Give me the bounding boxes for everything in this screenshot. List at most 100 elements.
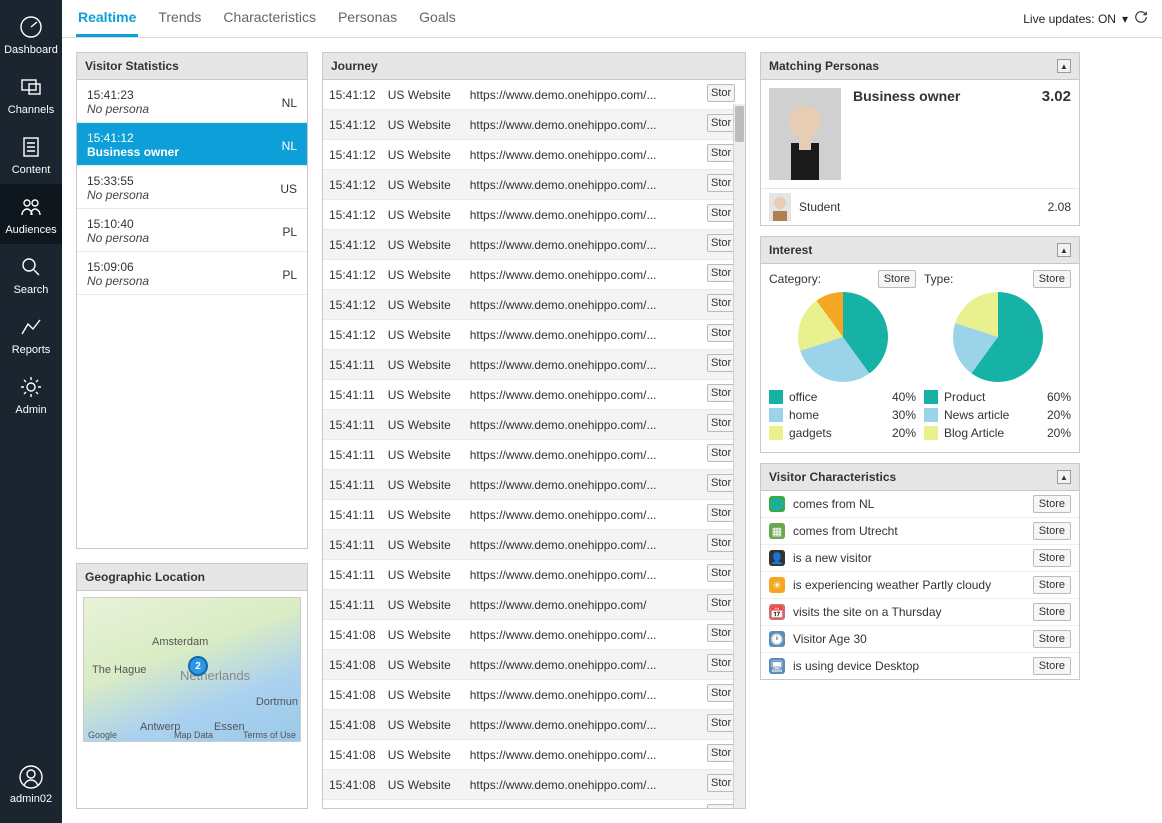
store-button[interactable]: Store (878, 270, 916, 288)
visitor-row[interactable]: 15:41:23No personaNL (77, 80, 307, 123)
sidebar-item-reports[interactable]: Reports (0, 304, 62, 364)
store-button[interactable]: Stor (707, 174, 735, 192)
journey-row[interactable]: 15:41:08US Websitehttps://www.demo.onehi… (323, 710, 745, 740)
journey-row[interactable]: 15:41:12US Websitehttps://www.demo.onehi… (323, 320, 745, 350)
geo-map[interactable]: Amsterdam The Hague Netherlands Antwerp … (83, 597, 301, 742)
journey-row[interactable]: 15:41:12US Websitehttps://www.demo.onehi… (323, 170, 745, 200)
journey-row[interactable]: 15:41:08US Websitehttps://www.demo.onehi… (323, 680, 745, 710)
store-button[interactable]: Stor (707, 594, 735, 612)
journey-row[interactable]: 15:41:11US Websitehttps://www.demo.onehi… (323, 560, 745, 590)
store-button[interactable]: Stor (707, 264, 735, 282)
store-button[interactable]: Store (1033, 549, 1071, 567)
store-button[interactable]: Stor (707, 534, 735, 552)
store-button[interactable]: Stor (707, 744, 735, 762)
store-button[interactable]: Stor (707, 564, 735, 582)
legend-label: News article (944, 408, 1047, 422)
journey-row[interactable]: 15:41:11US Websitehttps://www.demo.onehi… (323, 440, 745, 470)
store-button[interactable]: Store (1033, 657, 1071, 675)
scrollbar[interactable] (733, 104, 745, 808)
store-button[interactable]: Stor (707, 774, 735, 792)
journey-row[interactable]: 15:41:12US Websitehttps://www.demo.onehi… (323, 110, 745, 140)
sidebar-item-audiences[interactable]: Audiences (0, 184, 62, 244)
scrollbar-thumb[interactable] (735, 106, 744, 142)
store-button[interactable]: Store (1033, 603, 1071, 621)
journey-channel: US Website (382, 800, 464, 809)
store-button[interactable]: Stor (707, 414, 735, 432)
collapse-icon[interactable]: ▲ (1057, 59, 1071, 73)
sidebar-item-dashboard[interactable]: Dashboard (0, 4, 62, 64)
store-button[interactable]: Stor (707, 504, 735, 522)
store-button[interactable]: Stor (707, 234, 735, 252)
store-button[interactable]: Stor (707, 654, 735, 672)
journey-row[interactable]: 15:41:08US Websitehttps://www.demo.onehi… (323, 800, 745, 809)
visitor-row[interactable]: 15:41:12Business ownerNL (77, 123, 307, 166)
refresh-icon[interactable] (1134, 10, 1148, 27)
journey-row[interactable]: 15:41:08US Websitehttps://www.demo.onehi… (323, 650, 745, 680)
journey-row[interactable]: 15:41:11US Websitehttps://www.demo.onehi… (323, 500, 745, 530)
sidebar-item-content[interactable]: Content (0, 124, 62, 184)
store-button[interactable]: Store (1033, 576, 1071, 594)
secondary-persona[interactable]: Student 2.08 (761, 188, 1079, 225)
journey-row[interactable]: 15:41:12US Websitehttps://www.demo.onehi… (323, 260, 745, 290)
journey-row[interactable]: 15:41:11US Websitehttps://www.demo.onehi… (323, 380, 745, 410)
map-terms-link[interactable]: Terms of Use (243, 730, 296, 740)
journey-row[interactable]: 15:41:08US Websitehttps://www.demo.onehi… (323, 740, 745, 770)
store-button[interactable]: Stor (707, 624, 735, 642)
journey-row[interactable]: 15:41:12US Websitehttps://www.demo.onehi… (323, 140, 745, 170)
store-button[interactable]: Store (1033, 630, 1071, 648)
store-button[interactable]: Stor (707, 474, 735, 492)
visitor-row[interactable]: 15:09:06No personaPL (77, 252, 307, 295)
tab-trends[interactable]: Trends (156, 0, 203, 37)
journey-row[interactable]: 15:41:11US Websitehttps://www.demo.onehi… (323, 530, 745, 560)
store-button[interactable]: Stor (707, 804, 735, 808)
journey-channel: US Website (382, 170, 464, 200)
store-button[interactable]: Stor (707, 204, 735, 222)
visitor-row[interactable]: 15:33:55No personaUS (77, 166, 307, 209)
journey-row[interactable]: 15:41:11US Websitehttps://www.demo.onehi… (323, 470, 745, 500)
journey-channel: US Website (382, 230, 464, 260)
journey-row[interactable]: 15:41:08US Websitehttps://www.demo.onehi… (323, 620, 745, 650)
store-button[interactable]: Stor (707, 324, 735, 342)
collapse-icon[interactable]: ▲ (1057, 470, 1071, 484)
map-city-label: Dortmun (256, 696, 298, 708)
store-button[interactable]: Stor (707, 294, 735, 312)
store-button[interactable]: Stor (707, 354, 735, 372)
store-button[interactable]: Stor (707, 444, 735, 462)
collapse-icon[interactable]: ▲ (1057, 243, 1071, 257)
store-button[interactable]: Stor (707, 684, 735, 702)
sidebar-item-label: Admin (15, 404, 46, 416)
store-button[interactable]: Stor (707, 84, 735, 102)
tab-personas[interactable]: Personas (336, 0, 399, 37)
store-button[interactable]: Stor (707, 714, 735, 732)
store-button[interactable]: Stor (707, 384, 735, 402)
sidebar-item-search[interactable]: Search (0, 244, 62, 304)
store-button[interactable]: Store (1033, 522, 1071, 540)
visitor-row[interactable]: 15:10:40No personaPL (77, 209, 307, 252)
tab-characteristics[interactable]: Characteristics (221, 0, 318, 37)
store-button[interactable]: Stor (707, 114, 735, 132)
tab-goals[interactable]: Goals (417, 0, 458, 37)
journey-row[interactable]: 15:41:11US Websitehttps://www.demo.onehi… (323, 410, 745, 440)
visitor-country: NL (282, 88, 297, 110)
tab-realtime[interactable]: Realtime (76, 0, 138, 37)
store-button[interactable]: Stor (707, 144, 735, 162)
journey-row[interactable]: 15:41:08US Websitehttps://www.demo.onehi… (323, 770, 745, 800)
journey-row[interactable]: 15:41:12US Websitehttps://www.demo.onehi… (323, 200, 745, 230)
journey-row[interactable]: 15:41:12US Websitehttps://www.demo.onehi… (323, 80, 745, 110)
store-button[interactable]: Store (1033, 495, 1071, 513)
sidebar-user[interactable]: admin02 (0, 750, 62, 823)
journey-row[interactable]: 15:41:11US Websitehttps://www.demo.onehi… (323, 350, 745, 380)
sidebar-item-admin[interactable]: Admin (0, 364, 62, 424)
chevron-down-icon[interactable]: ▾ (1122, 12, 1128, 26)
journey-time: 15:41:12 (323, 140, 382, 170)
legend-row: gadgets20% (769, 426, 916, 440)
journey-channel: US Website (382, 560, 464, 590)
map-pin[interactable]: 2 (188, 656, 208, 676)
journey-row[interactable]: 15:41:12US Websitehttps://www.demo.onehi… (323, 230, 745, 260)
persona-name: Business owner (853, 88, 1030, 104)
sidebar-item-channels[interactable]: Channels (0, 64, 62, 124)
visitor-country: US (280, 174, 297, 196)
journey-row[interactable]: 15:41:12US Websitehttps://www.demo.onehi… (323, 290, 745, 320)
store-button[interactable]: Store (1033, 270, 1071, 288)
journey-row[interactable]: 15:41:11US Websitehttps://www.demo.onehi… (323, 590, 745, 620)
